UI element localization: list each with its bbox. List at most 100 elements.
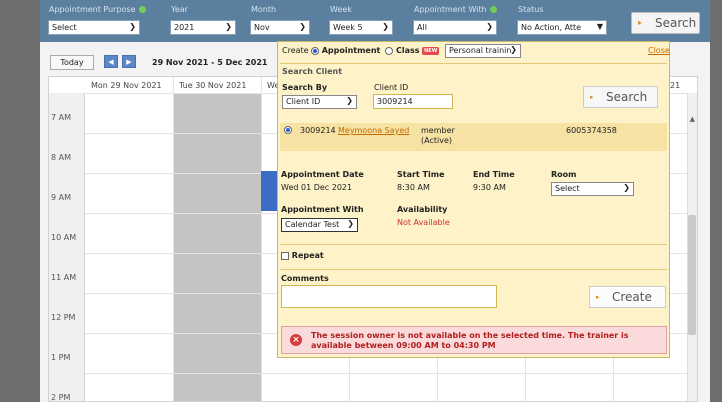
divider: [280, 63, 667, 64]
appointment-type-value: Personal trainin: [449, 46, 512, 55]
filter-search-button[interactable]: ▸ Search: [631, 12, 700, 34]
scrollbar-thumb[interactable]: [688, 215, 696, 335]
day-header-tue: Tue 30 Nov 2021: [179, 81, 247, 90]
week-select-value: Week 5: [333, 23, 363, 32]
class-radio[interactable]: [385, 46, 394, 55]
chevron-down-icon: ❯: [510, 45, 517, 54]
arrow-up-icon[interactable]: ▲: [690, 115, 695, 123]
room-select[interactable]: Select ❯: [551, 182, 634, 196]
client-name-link[interactable]: Meymoona Sayed: [338, 126, 409, 135]
repeat-label: Repeat: [291, 251, 324, 260]
time-label: 2 PM: [51, 393, 71, 402]
year-label: Year: [171, 5, 188, 14]
divider: [280, 269, 667, 270]
left-backdrop: [0, 0, 40, 402]
error-banner: × The session owner is not available on …: [281, 326, 667, 354]
search-by-label: Search By: [282, 83, 328, 92]
chevron-down-icon: ▼: [596, 22, 603, 31]
year-select-value: 2021: [174, 23, 195, 32]
arrow-right-icon: ▸: [638, 18, 643, 27]
next-week-button[interactable]: ▶: [122, 55, 136, 68]
appointment-with-value: Calendar Test: [285, 220, 340, 229]
create-label: Create: [282, 46, 309, 55]
end-time-value: 9:30 AM: [473, 183, 506, 192]
status-select[interactable]: No Action, Atte ▼: [517, 20, 607, 35]
required-dot-icon: [138, 6, 146, 13]
client-result-radio[interactable]: [284, 126, 292, 134]
unavailable-day-column: [173, 93, 261, 401]
appointment-with-label: Appointment With: [414, 5, 497, 14]
error-icon: ×: [290, 334, 302, 346]
repeat-checkbox[interactable]: [281, 251, 289, 260]
arrow-left-icon: ◀: [108, 58, 114, 66]
time-label: 12 PM: [51, 313, 76, 322]
purpose-label: Appointment Purpose: [49, 5, 146, 14]
appointment-radio[interactable]: [311, 46, 320, 55]
date-range: 29 Nov 2021 - 5 Dec 2021: [152, 58, 268, 67]
chevron-down-icon: ❯: [486, 22, 493, 31]
selected-slot[interactable]: [261, 171, 277, 211]
appointment-with-select[interactable]: All ❯: [413, 20, 497, 35]
search-by-select[interactable]: Client ID ❯: [282, 95, 357, 109]
chevron-down-icon: ❯: [623, 183, 630, 192]
create-button-label: Create: [612, 290, 652, 304]
chevron-down-icon: ❯: [347, 219, 354, 228]
grid-divider: [261, 77, 262, 401]
filter-search-label: Search: [655, 16, 697, 30]
client-result-row[interactable]: 3009214 Meymoona Sayed member (Active) 6…: [280, 123, 667, 151]
time-label: 10 AM: [51, 233, 77, 242]
start-time-label: Start Time: [397, 170, 445, 179]
right-backdrop: [710, 0, 722, 402]
filter-bar: Appointment Purpose Year Month Week Appo…: [40, 0, 710, 42]
chevron-down-icon: ❯: [382, 22, 389, 31]
status-select-value: No Action, Atte: [521, 23, 582, 32]
new-badge: NEW: [422, 46, 440, 55]
class-option-label: Class: [396, 46, 420, 55]
chevron-down-icon: ❯: [346, 96, 353, 105]
time-label: 1 PM: [51, 353, 71, 362]
create-button[interactable]: ▸ Create: [589, 286, 666, 308]
time-label: 8 AM: [51, 153, 72, 162]
client-id-label: Client ID: [374, 83, 409, 92]
purpose-select-value: Select: [52, 23, 77, 32]
close-link[interactable]: Close: [648, 46, 670, 55]
chevron-down-icon: ❯: [225, 22, 232, 31]
purpose-select[interactable]: Select ❯: [48, 20, 140, 35]
calendar-scrollbar[interactable]: ▲: [687, 93, 697, 401]
month-select[interactable]: Nov ❯: [250, 20, 310, 35]
availability-value: Not Available: [397, 218, 450, 227]
grid-divider: [173, 77, 174, 401]
client-search-button[interactable]: ▸ Search: [583, 86, 658, 108]
chevron-down-icon: ❯: [129, 22, 136, 31]
chevron-down-icon: ❯: [299, 22, 306, 31]
client-state: (Active): [421, 136, 452, 145]
error-message: The session owner is not available on th…: [311, 331, 629, 350]
comments-label: Comments: [281, 274, 329, 283]
start-time-value: 8:30 AM: [397, 183, 430, 192]
today-button[interactable]: Today: [50, 55, 94, 70]
arrow-right-icon: ▶: [126, 58, 132, 66]
week-select[interactable]: Week 5 ❯: [329, 20, 393, 35]
year-select[interactable]: 2021 ❯: [170, 20, 236, 35]
room-label: Room: [551, 170, 577, 179]
client-search-label: Search: [606, 90, 648, 104]
comments-input[interactable]: [281, 285, 497, 308]
appointment-type-select[interactable]: Personal trainin ❯: [445, 44, 521, 58]
appointment-with-select-value: All: [417, 23, 427, 32]
prev-week-button[interactable]: ◀: [104, 55, 118, 68]
client-id-input[interactable]: 3009214: [373, 94, 453, 109]
month-select-value: Nov: [254, 23, 270, 32]
grid-line: [85, 373, 697, 374]
search-by-value: Client ID: [286, 97, 321, 106]
month-label: Month: [251, 5, 277, 14]
appointment-with-label: Appointment With: [281, 205, 364, 214]
appointment-option-label: Appointment: [321, 46, 381, 55]
repeat-row[interactable]: Repeat: [281, 251, 324, 260]
appointment-date-value: Wed 01 Dec 2021: [281, 183, 353, 192]
status-label: Status: [518, 5, 544, 14]
arrow-right-icon: ▸: [590, 93, 594, 101]
room-value: Select: [555, 184, 580, 193]
time-label: 7 AM: [51, 113, 72, 122]
appointment-date-label: Appointment Date: [281, 170, 364, 179]
appointment-with-select[interactable]: Calendar Test ❯: [281, 218, 358, 232]
